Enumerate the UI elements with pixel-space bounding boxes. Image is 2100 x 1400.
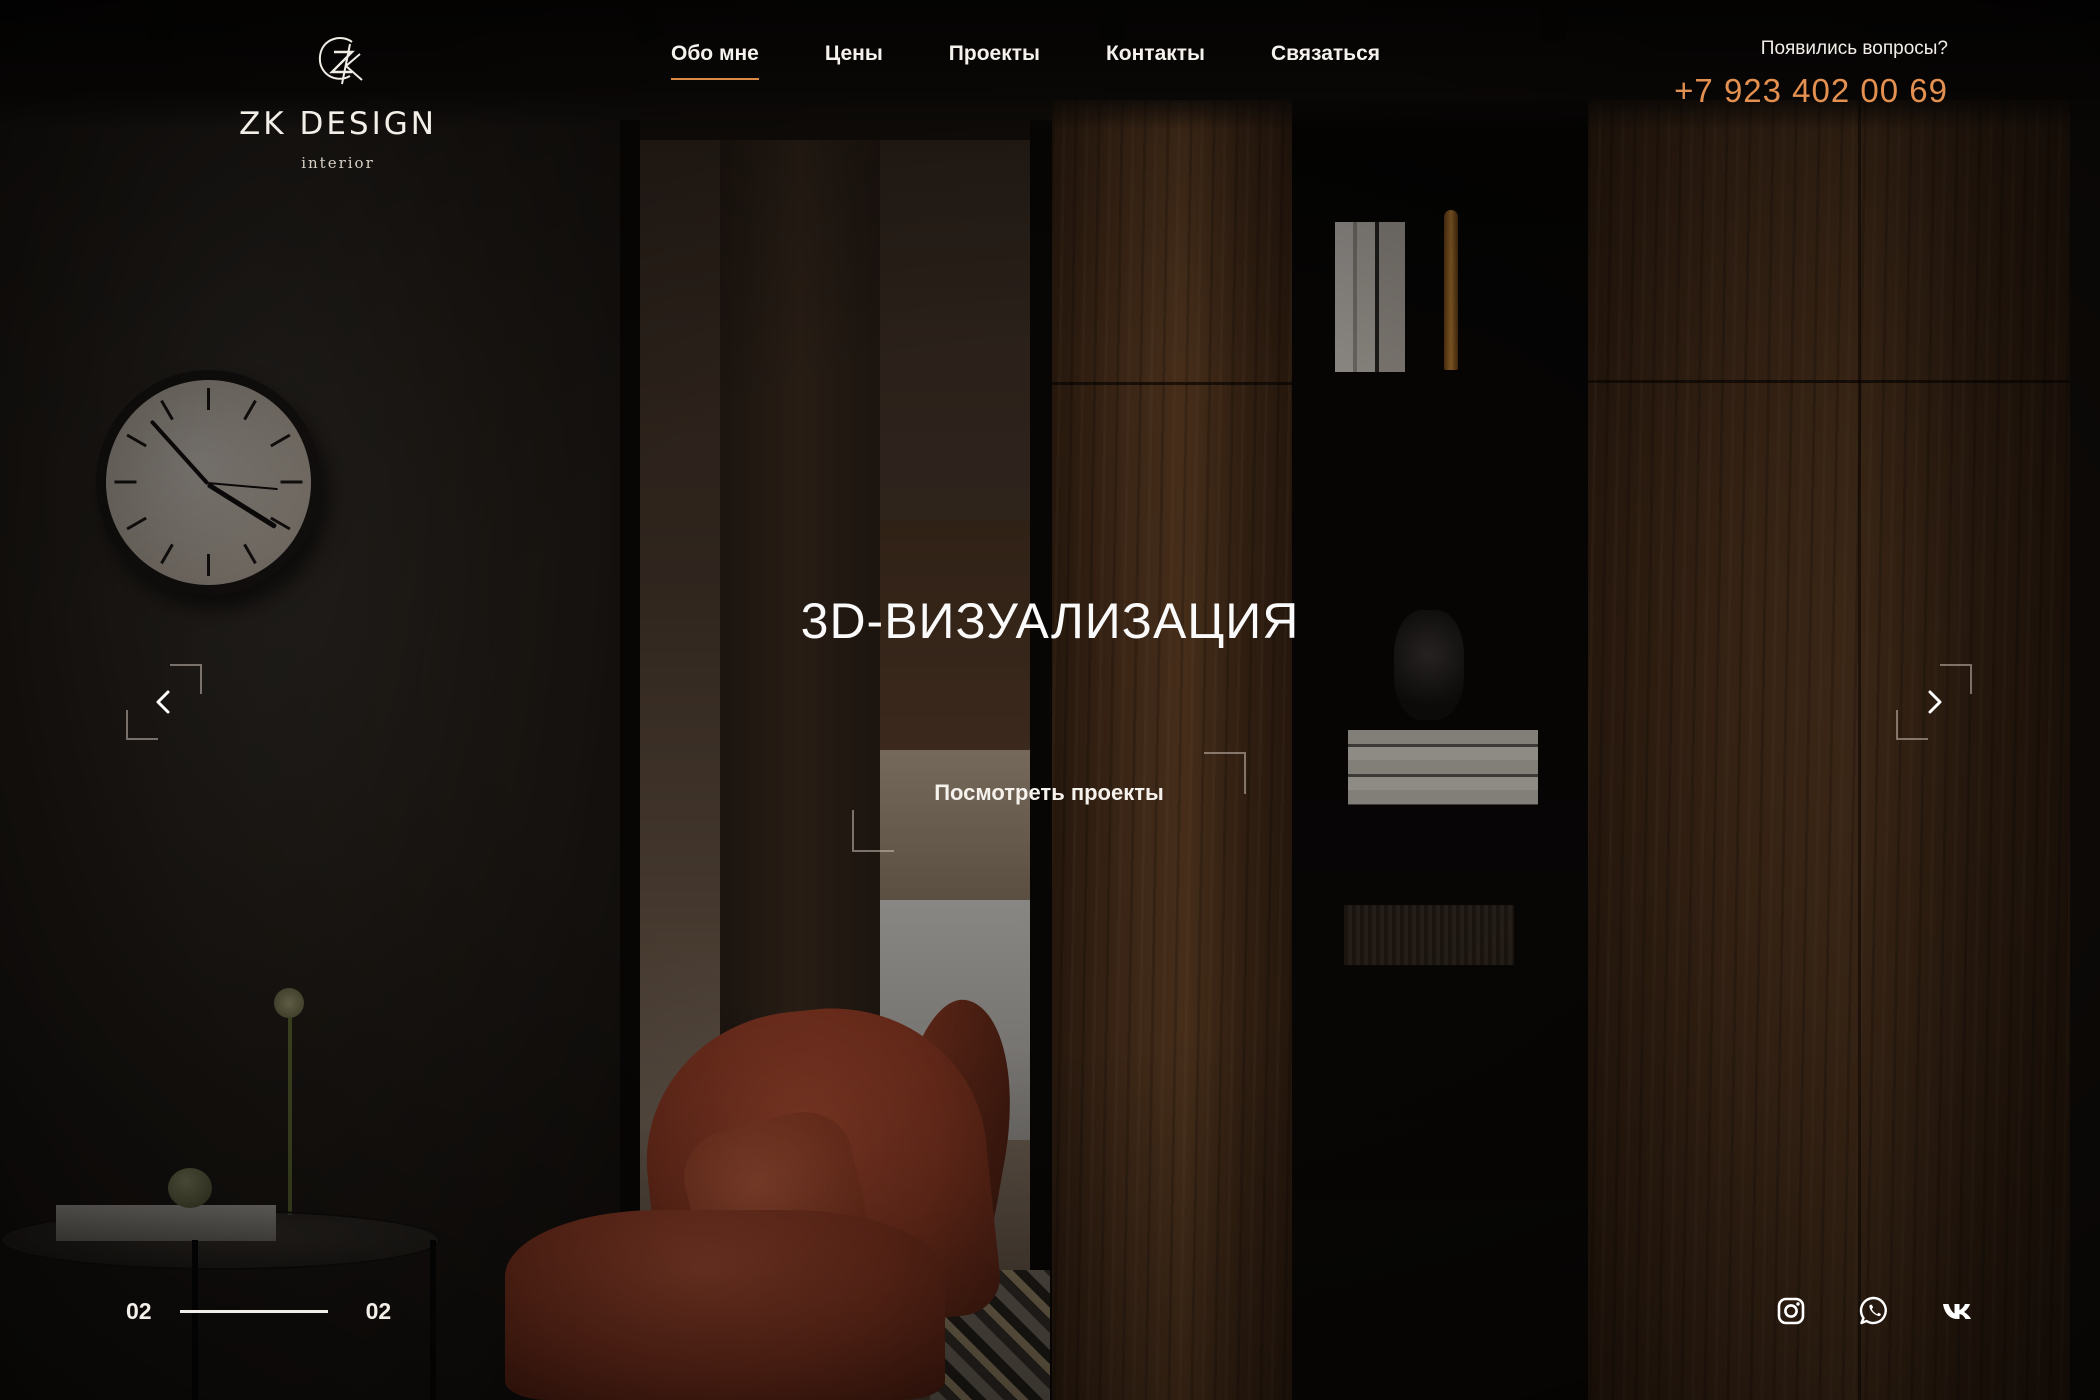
nav-item-projects[interactable]: Проекты bbox=[949, 42, 1040, 66]
logo-subtitle: interior bbox=[301, 154, 375, 172]
nav-item-get-in-touch[interactable]: Связаться bbox=[1271, 42, 1380, 66]
slider-prev-button[interactable] bbox=[126, 664, 202, 740]
instagram-icon[interactable] bbox=[1774, 1294, 1808, 1328]
nav-item-contacts[interactable]: Контакты bbox=[1106, 42, 1205, 66]
cta-label: Посмотреть проекты bbox=[934, 780, 1164, 805]
whatsapp-glyph bbox=[1859, 1296, 1887, 1325]
nav-item-about[interactable]: Обо мне bbox=[671, 42, 759, 80]
slide-total: 02 bbox=[365, 1298, 392, 1324]
vk-glyph bbox=[1943, 1304, 1971, 1319]
phone-link[interactable]: +7 923 402 00 69 bbox=[1674, 72, 1948, 110]
vignette-overlay bbox=[0, 0, 2100, 1400]
hero-title: 3D-ВИЗУАЛИЗАЦИЯ bbox=[800, 593, 1300, 649]
view-projects-button[interactable]: Посмотреть проекты bbox=[852, 752, 1246, 852]
contact-question: Появились вопросы? bbox=[1760, 38, 1948, 59]
instagram-glyph bbox=[1777, 1297, 1805, 1325]
zk-monogram-icon bbox=[318, 37, 363, 85]
header-contact: Появились вопросы? +7 923 402 00 69 bbox=[1674, 38, 1948, 110]
vk-icon[interactable] bbox=[1941, 1294, 1975, 1328]
slide-current: 02 bbox=[126, 1298, 152, 1324]
nav-item-prices[interactable]: Цены bbox=[825, 42, 883, 66]
chevron-right-icon bbox=[1928, 690, 1942, 714]
slider-next-button[interactable] bbox=[1896, 664, 1972, 740]
slide-progress-bar bbox=[179, 1310, 328, 1313]
site-logo[interactable]: ZK DESIGN interior bbox=[228, 28, 448, 178]
main-nav: Обо мне Цены Проекты Контакты Связаться bbox=[671, 42, 1380, 80]
cta-corner-bottom-left bbox=[852, 810, 894, 852]
hero-background-photo bbox=[0, 0, 2100, 1400]
whatsapp-icon[interactable] bbox=[1857, 1294, 1891, 1328]
slide-counter: 02 02 bbox=[126, 1298, 391, 1325]
chevron-left-icon bbox=[156, 690, 170, 714]
slide-progress-fill bbox=[179, 1310, 328, 1313]
logo-name: ZK DESIGN bbox=[239, 106, 437, 142]
